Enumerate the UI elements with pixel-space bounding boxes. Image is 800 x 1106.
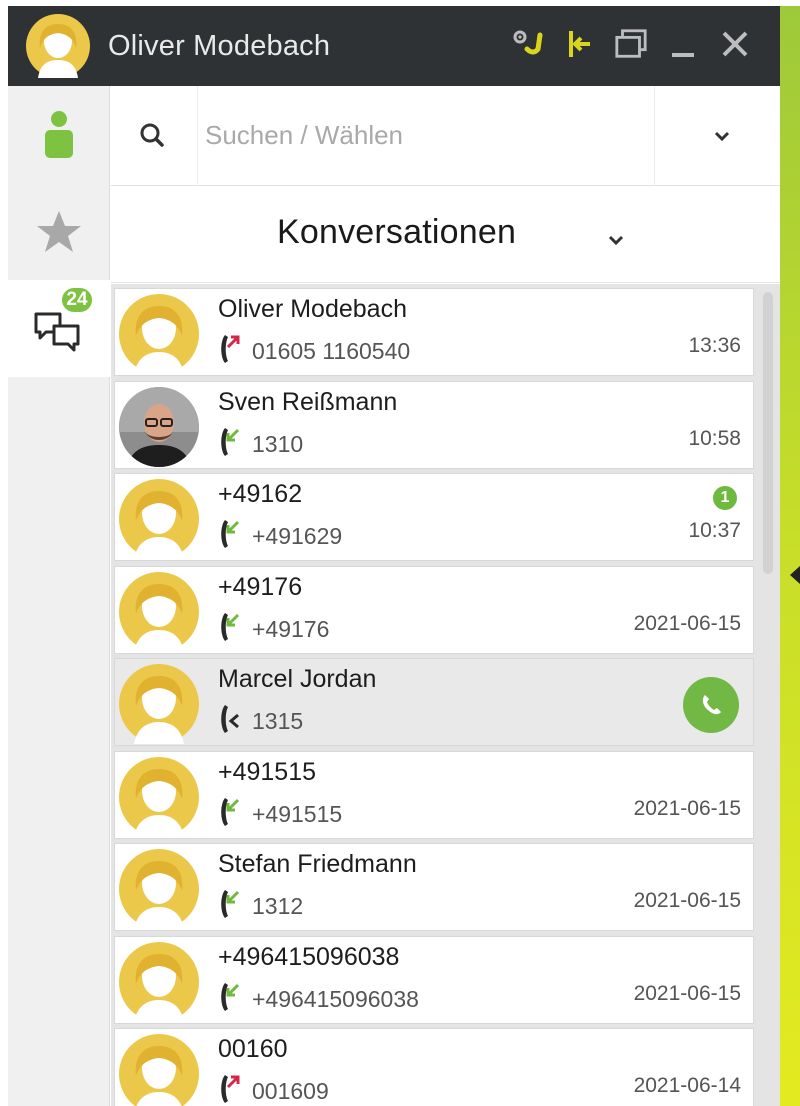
section-title[interactable]: Konversationen (277, 213, 516, 252)
avatar (119, 849, 199, 929)
call-info: +496415096038 (218, 981, 419, 1018)
call-info: 1310 (218, 426, 303, 463)
title-bar: Oliver Modebach (8, 6, 780, 86)
contact-name: +49176 (218, 572, 303, 601)
call-info: +491515 (218, 796, 342, 833)
conversation-row[interactable]: +49176 +49176 2021-06-15 (114, 565, 754, 654)
conversation-row[interactable]: Sven Reißmann 1310 10:58 (114, 380, 754, 469)
restore-window-icon[interactable] (614, 24, 648, 64)
avatar (119, 664, 199, 744)
contact-name: Sven Reißmann (218, 387, 398, 416)
status-settings-icon[interactable] (510, 24, 544, 64)
conversation-row[interactable]: +49162 +491629 10:37 1 (114, 473, 754, 561)
timestamp: 13:36 (688, 334, 741, 357)
phone-number: 1312 (252, 893, 304, 919)
sidebar-item-favorites[interactable] (8, 183, 110, 280)
timestamp: 10:37 (688, 519, 741, 542)
search-divider (654, 86, 655, 186)
user-avatar[interactable] (26, 14, 90, 78)
avatar (119, 571, 199, 652)
search-bar: Suchen / Wählen (111, 86, 780, 186)
phone-number: 1315 (252, 708, 304, 734)
active-call-icon (218, 703, 244, 740)
favorites-star-icon (37, 210, 81, 252)
timestamp: 2021-06-14 (633, 1074, 741, 1097)
call-info: +49176 (218, 611, 329, 648)
call-info: 01605 1160540 (218, 333, 410, 370)
conversation-row[interactable]: +491515 +491515 2021-06-15 (114, 750, 754, 839)
incoming-call-icon (218, 518, 244, 555)
incoming-call-icon (218, 611, 244, 648)
section-header: Konversationen (111, 187, 780, 283)
outgoing-call-icon (218, 333, 244, 370)
call-button[interactable] (683, 677, 739, 733)
timestamp: 10:58 (688, 426, 741, 450)
phone-number: 01605 1160540 (252, 338, 411, 364)
conversation-row[interactable]: 00160 001609 2021-06-14 (114, 1028, 754, 1106)
minimize-icon[interactable] (666, 24, 700, 64)
conversation-row[interactable]: Stefan Friedmann 1312 2021-06-15 (114, 843, 754, 931)
avatar (119, 1034, 199, 1106)
avatar (119, 756, 199, 837)
unread-badge: 1 (713, 486, 737, 510)
collapse-arrow-icon[interactable] (790, 566, 800, 584)
softphone-window: Oliver Modebach 24 Suchen / Wählen Konve… (8, 6, 780, 1106)
close-icon[interactable] (718, 24, 752, 64)
contact-name: +49162 (218, 480, 303, 508)
call-info: 1312 (218, 888, 303, 925)
scrollbar[interactable] (763, 292, 773, 574)
conversation-row[interactable]: Oliver Modebach 01605 1160540 13:36 (114, 288, 754, 376)
sidebar-item-contacts[interactable] (8, 86, 110, 183)
phone-number: +49176 (252, 615, 330, 642)
window-title: Oliver Modebach (108, 29, 331, 62)
timestamp: 2021-06-15 (633, 889, 741, 912)
search-input[interactable]: Suchen / Wählen (205, 120, 403, 151)
chevron-down-icon[interactable] (710, 124, 734, 148)
search-icon[interactable] (135, 118, 171, 154)
conversation-list: Oliver Modebach 01605 1160540 13:36 Sven Re… (111, 284, 780, 1106)
contact-name: Stefan Friedmann (218, 850, 417, 878)
contact-name: Oliver Modebach (218, 295, 407, 323)
phone-number: +491515 (252, 800, 343, 827)
conversation-row[interactable]: +496415096038 +496415096038 2021-06-15 (114, 935, 754, 1024)
avatar (119, 386, 199, 467)
contact-name: 00160 (218, 1035, 288, 1063)
conversations-badge: 24 (60, 286, 94, 314)
incoming-call-icon (218, 888, 244, 925)
timestamp: 2021-06-15 (633, 796, 741, 820)
timestamp: 2021-06-15 (633, 611, 741, 635)
contact-name: Marcel Jordan (218, 665, 377, 693)
window-edge (780, 6, 800, 1106)
phone-number: 1310 (252, 430, 304, 457)
avatar (119, 941, 199, 1022)
sidebar-item-conversations[interactable]: 24 (8, 280, 110, 377)
search-divider (197, 86, 198, 186)
contact-name: +491515 (218, 757, 317, 786)
avatar (119, 479, 199, 559)
conversation-row[interactable]: Marcel Jordan 1315 (114, 658, 754, 746)
chevron-down-icon[interactable] (605, 229, 627, 251)
dock-pin-icon[interactable] (562, 24, 596, 64)
call-info: 1315 (218, 703, 303, 740)
sidebar: 24 (8, 86, 110, 1106)
phone-number: 001609 (252, 1078, 329, 1104)
call-info: +491629 (218, 518, 342, 555)
phone-number: +496415096038 (252, 985, 419, 1012)
incoming-call-icon (218, 981, 244, 1018)
call-info: 001609 (218, 1073, 329, 1106)
avatar (119, 294, 199, 374)
contact-person-icon (45, 110, 73, 158)
incoming-call-icon (218, 796, 244, 833)
incoming-call-icon (218, 426, 244, 463)
phone-number: +491629 (252, 523, 343, 549)
contact-name: +496415096038 (218, 942, 400, 971)
phone-icon (702, 695, 721, 715)
timestamp: 2021-06-15 (633, 981, 741, 1005)
window-controls (510, 24, 752, 64)
outgoing-call-icon (218, 1073, 244, 1106)
